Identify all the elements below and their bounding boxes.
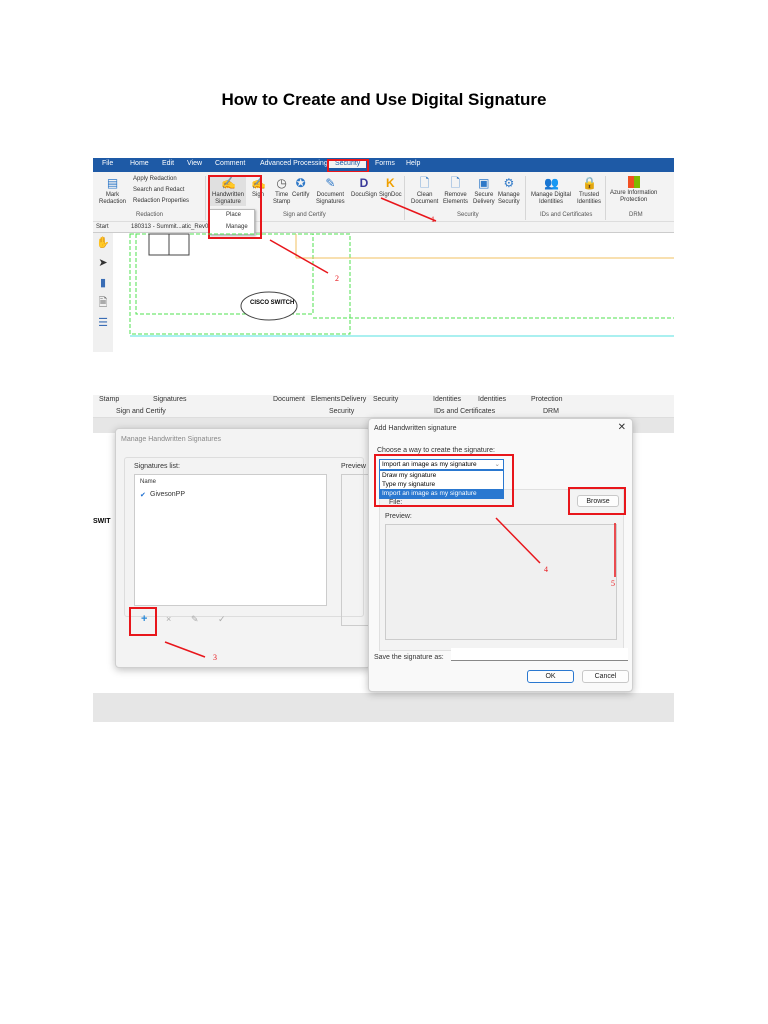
arrow-2: [269, 239, 329, 274]
add-signature-dialog: Add Handwritten signature ✕ Choose a way…: [368, 418, 633, 692]
file-label: File:: [389, 499, 403, 506]
chevron-down-icon: ⌄: [494, 461, 500, 468]
option-draw[interactable]: Draw my signature: [380, 471, 503, 480]
cancel-button[interactable]: Cancel: [582, 670, 629, 683]
close-icon[interactable]: ✕: [618, 422, 626, 433]
screenshot-dialogs: Stamp Signatures Document Elements Deliv…: [93, 395, 674, 722]
edit-icon[interactable]: ✎: [191, 614, 199, 625]
cisco-switch-label: CISCO SWITCH: [250, 300, 295, 306]
add-signature-button[interactable]: +: [141, 613, 147, 625]
ribbon-label: Stamp: [99, 396, 120, 403]
background-label: SWIT: [93, 518, 111, 525]
ribbon-label: Delivery: [341, 396, 367, 403]
preview-label: Preview: [341, 463, 366, 470]
dialog-title: Add Handwritten signature: [374, 425, 457, 432]
preview-label: Preview:: [385, 513, 412, 520]
choose-label: Choose a way to create the signature:: [377, 447, 495, 454]
ribbon-label: Identities: [433, 396, 462, 403]
ok-button[interactable]: OK: [527, 670, 574, 683]
ribbon-label: Identities: [478, 396, 507, 403]
step-number: 2: [335, 274, 339, 283]
browse-button[interactable]: Browse: [577, 495, 619, 507]
method-options: Draw my signature Type my signature Impo…: [379, 470, 504, 499]
preview-box: [341, 474, 371, 626]
group-label: IDs and Certificates: [434, 408, 496, 415]
step-number: 1: [431, 215, 435, 224]
group-label: Sign and Certify: [116, 408, 166, 415]
canvas-drawing: [129, 197, 674, 337]
step-number: 3: [213, 653, 217, 662]
ribbon-label: Signatures: [153, 396, 187, 403]
ribbon-label: Security: [373, 396, 399, 403]
delete-icon[interactable]: ×: [166, 614, 171, 624]
option-import[interactable]: Import an image as my signature: [380, 489, 503, 498]
group-label: DRM: [543, 408, 559, 415]
method-select[interactable]: Import an image as my signature ⌄: [379, 459, 504, 470]
save-as-label: Save the signature as:: [374, 654, 444, 661]
page-title: How to Create and Use Digital Signature: [221, 90, 547, 109]
screenshot-ribbon: File Home Edit View Comment Advanced Pro…: [93, 158, 674, 352]
check-icon: ✔: [140, 492, 146, 499]
signatures-list[interactable]: Name ✔ GivesonPP: [134, 474, 327, 606]
dialog-title: Manage Handwritten Signatures: [121, 436, 222, 443]
manage-signatures-dialog: Manage Handwritten Signatures Signatures…: [115, 428, 371, 668]
selected-value: Import an image as my signature: [382, 461, 477, 468]
option-type[interactable]: Type my signature: [380, 480, 503, 489]
ribbon-label: Elements: [311, 396, 341, 403]
ribbon-label: Protection: [531, 396, 563, 403]
step-number: 5: [611, 579, 615, 588]
preview-box: [385, 524, 617, 640]
set-default-icon[interactable]: ✓: [218, 614, 226, 625]
list-item[interactable]: GivesonPP: [150, 491, 185, 498]
ribbon-label: Document: [273, 396, 305, 403]
step-number: 4: [544, 565, 548, 574]
arrow-1: [380, 197, 437, 222]
ribbon-fragment: Stamp Signatures Document Elements Deliv…: [93, 395, 674, 418]
save-as-input[interactable]: [451, 648, 628, 661]
signatures-list-label: Signatures list:: [134, 463, 180, 470]
column-name: Name: [140, 479, 157, 485]
group-label: Security: [329, 408, 355, 415]
